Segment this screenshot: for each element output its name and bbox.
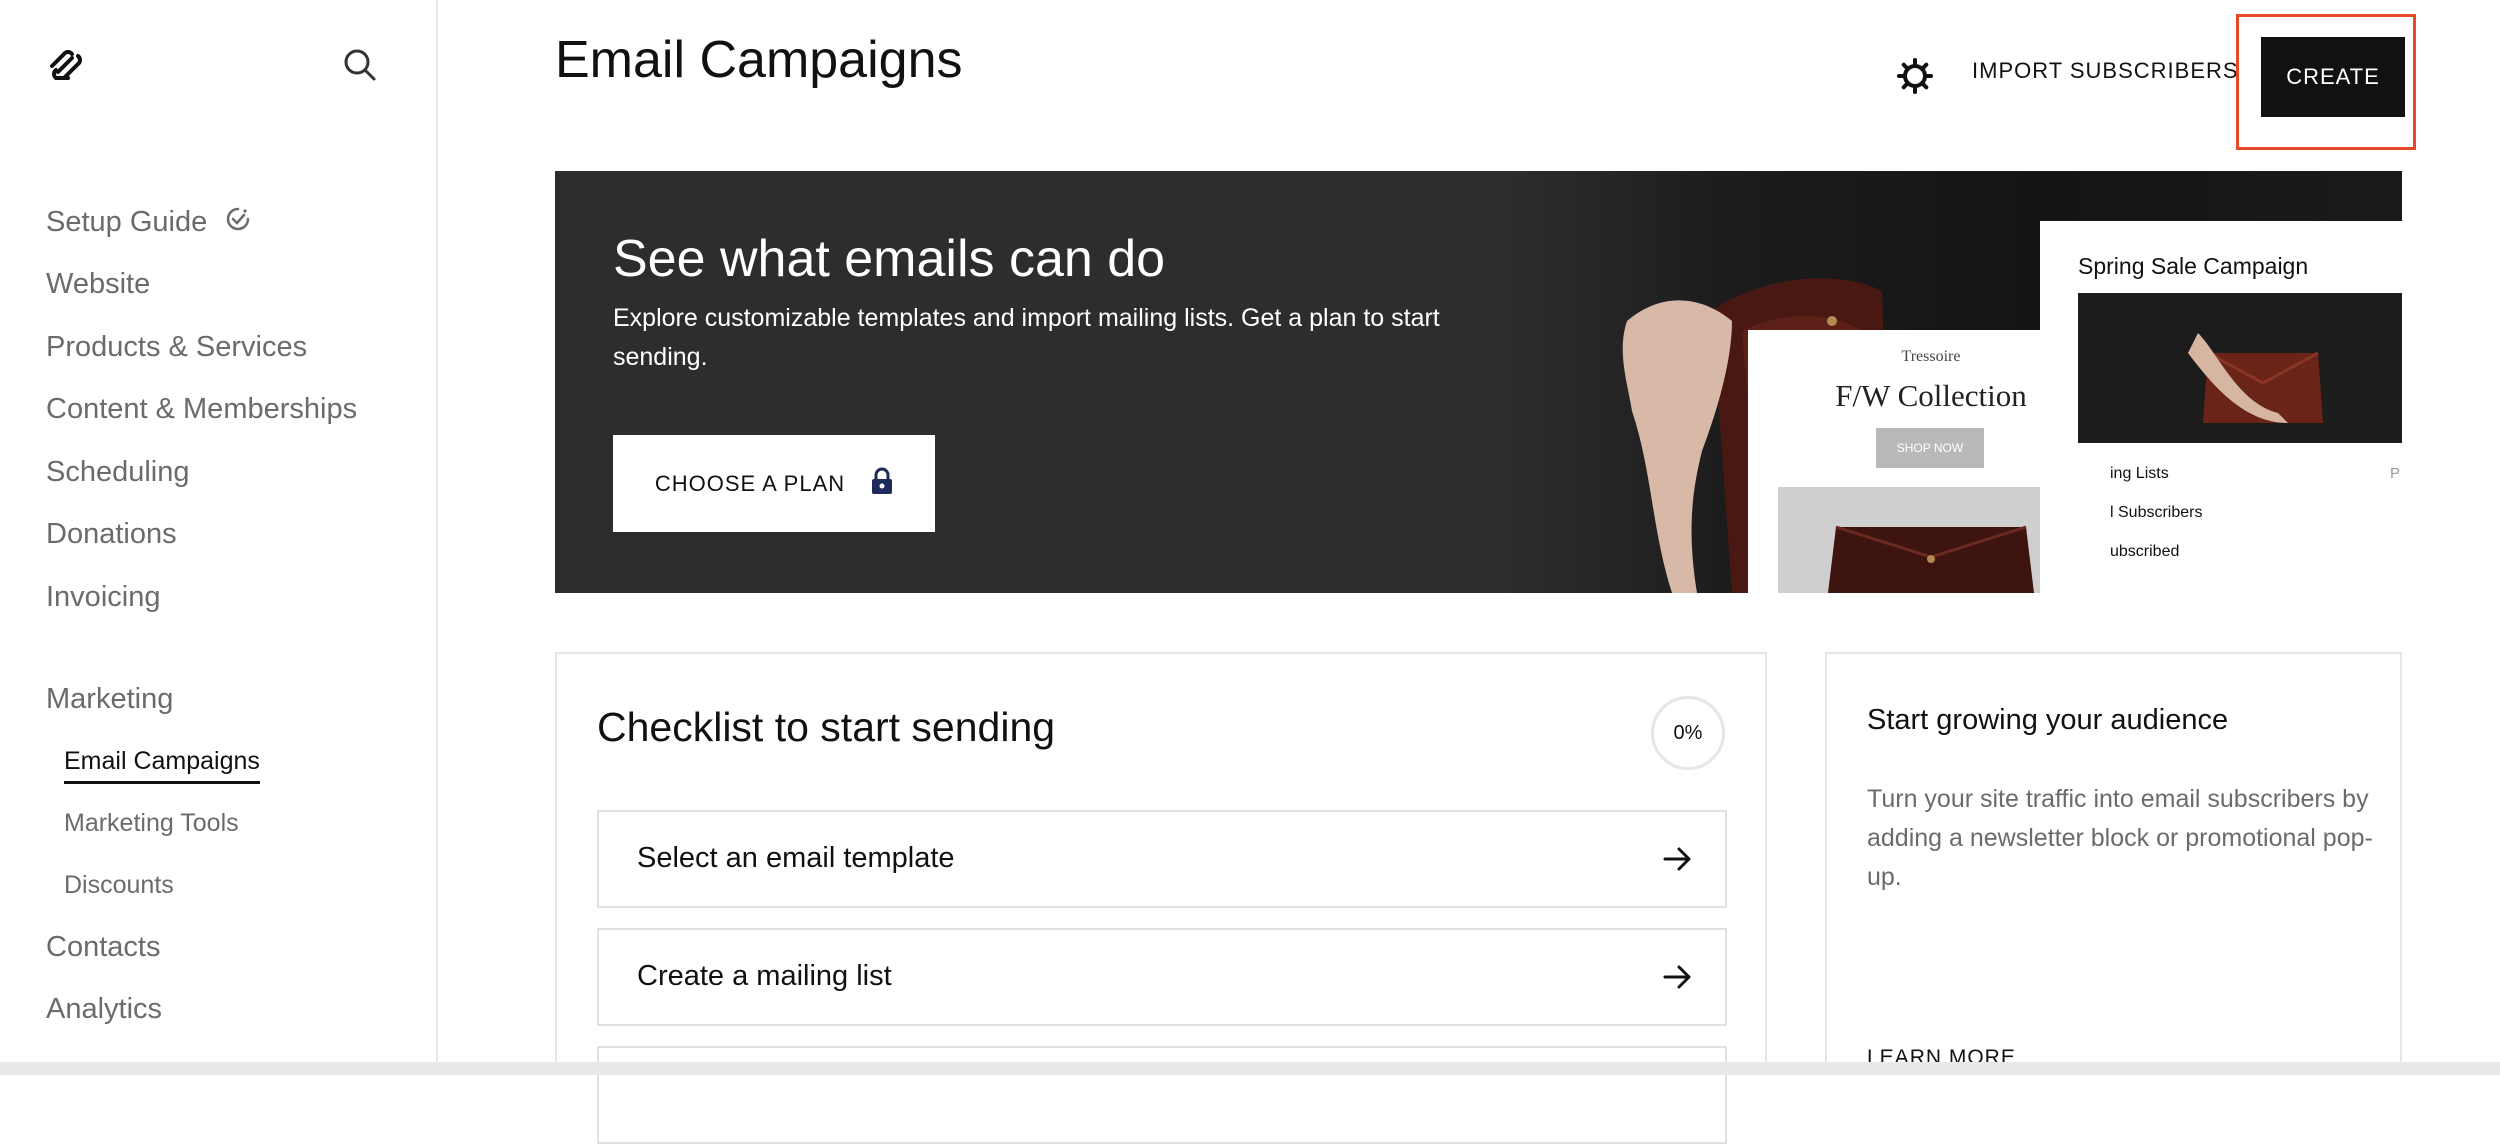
arrow-right-icon xyxy=(1661,842,1695,881)
sidebar-item-marketing[interactable]: Marketing xyxy=(46,683,173,716)
sidebar-item-setup-guide[interactable]: Setup Guide xyxy=(46,206,251,240)
checklist-item-create-mailing-list[interactable]: Create a mailing list xyxy=(597,928,1727,1026)
audience-card: Start growing your audience Turn your si… xyxy=(1825,652,2402,1072)
search-icon[interactable] xyxy=(340,45,380,85)
progress-check-icon xyxy=(225,206,251,240)
checklist-title: Checklist to start sending xyxy=(597,704,1056,750)
sidebar-subitem-label: Email Campaigns xyxy=(64,747,260,775)
hero-title: See what emails can do xyxy=(613,230,1166,288)
sidebar-item-website[interactable]: Website xyxy=(46,268,150,301)
checklist-item-select-template[interactable]: Select an email template xyxy=(597,810,1727,908)
create-highlight: CREATE xyxy=(2236,14,2416,150)
campaign-row: ubscribed xyxy=(2110,543,2180,560)
page-title: Email Campaigns xyxy=(555,31,963,89)
template-shop-button: SHOP NOW xyxy=(1876,428,1984,468)
progress-indicator: 0% xyxy=(1651,696,1725,770)
campaign-preview-spring: Spring Sale Campaign ing Lists l Subscri… xyxy=(2040,221,2402,593)
checklist-item-partial[interactable] xyxy=(597,1046,1727,1144)
sidebar-item-donations[interactable]: Donations xyxy=(46,518,177,551)
campaign-image xyxy=(2078,293,2402,443)
checklist-item-label: Create a mailing list xyxy=(637,960,892,992)
import-subscribers-button[interactable]: IMPORT SUBSCRIBERS xyxy=(1972,58,2239,84)
gear-icon[interactable] xyxy=(1893,54,1937,98)
sidebar-subitem-discounts[interactable]: Discounts xyxy=(64,871,174,900)
horizontal-scrollbar[interactable] xyxy=(0,1062,2500,1075)
squarespace-logo[interactable] xyxy=(44,44,88,88)
template-image xyxy=(1778,487,2084,593)
sidebar-item-contacts[interactable]: Contacts xyxy=(46,931,160,964)
sidebar-item-content-memberships[interactable]: Content & Memberships xyxy=(46,393,357,426)
sidebar-item-invoicing[interactable]: Invoicing xyxy=(46,581,160,614)
hero-banner: See what emails can do Explore customiza… xyxy=(555,171,2402,593)
sidebar-item-scheduling[interactable]: Scheduling xyxy=(46,456,190,489)
campaign-row-suffix: P xyxy=(2389,465,2400,482)
checklist-card: Checklist to start sending 0% Select an … xyxy=(555,652,1767,1144)
sidebar-subitem-email-campaigns[interactable]: Email Campaigns xyxy=(64,747,260,784)
audience-title: Start growing your audience xyxy=(1867,704,2229,736)
sidebar-item-products-services[interactable]: Products & Services xyxy=(46,331,307,364)
choose-plan-button[interactable]: CHOOSE A PLAN xyxy=(613,435,935,532)
sidebar-item-analytics[interactable]: Analytics xyxy=(46,993,162,1026)
campaign-title: Spring Sale Campaign xyxy=(2078,253,2309,279)
checklist-item-label: Select an email template xyxy=(637,842,955,874)
lock-icon xyxy=(871,467,893,501)
sidebar-item-label: Setup Guide xyxy=(46,206,208,238)
choose-plan-label: CHOOSE A PLAN xyxy=(654,470,846,496)
sidebar: Setup Guide Website Products & Services … xyxy=(0,0,438,1062)
audience-text: Turn your site traffic into email subscr… xyxy=(1867,785,2373,891)
arrow-right-icon xyxy=(1661,960,1695,999)
active-indicator xyxy=(64,781,260,784)
create-button[interactable]: CREATE xyxy=(2261,37,2405,117)
campaign-row: l Subscribers xyxy=(2110,504,2203,521)
hero-text: Explore customizable templates and impor… xyxy=(613,304,1440,371)
campaign-row: ing Lists xyxy=(2110,465,2169,482)
sidebar-subitem-marketing-tools[interactable]: Marketing Tools xyxy=(64,809,239,838)
